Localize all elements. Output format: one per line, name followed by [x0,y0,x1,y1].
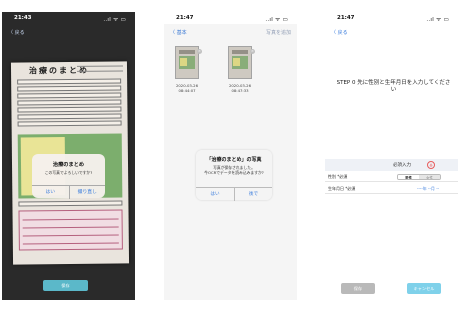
document-pink-row [22,230,119,237]
status-time: 21:43 [14,15,32,21]
document-pink-row [22,214,119,221]
document-row [17,120,122,127]
yes-button[interactable]: はい [196,188,234,201]
document-row [17,99,122,106]
save-button[interactable]: 保存 [43,280,88,291]
document-row [17,92,122,99]
birth-date-picker[interactable]: ----年 --月 -- [417,184,439,194]
dialog-message-line: 今OCRでデータを読み込みますか? [204,170,264,175]
sex-field-row: 性別 *必須 男性 女性 [325,172,458,182]
birth-date-label: 生年月日 *必須 [328,186,356,191]
status-bar: 21:47 ..ıl ᯤ ▭ [325,12,458,24]
phone-screen-profile-input: 21:47 ..ıl ᯤ ▭ 〈 戻る STEP 0 先に性別と生年月日を入力し… [325,12,458,300]
back-button[interactable]: 〈 戻る [8,29,25,36]
status-icons: ..ıl ᯤ ▭ [426,17,449,23]
required-section-header: 必須入力 ※ [325,159,458,171]
status-bar: 21:47 ..ıl ᯤ ▭ [164,12,297,24]
status-time: 21:47 [337,15,355,21]
sex-segmented-control[interactable]: 男性 女性 [397,174,441,180]
document-row [17,106,122,113]
required-mark-icon: ※ [427,161,435,169]
birth-date-row: 生年月日 *必須 ----年 --月 -- [325,184,458,194]
sex-option-male[interactable]: 男性 [398,175,419,179]
ocr-prompt-dialog: 「治療のまとめ」の写真 写真が保存されました。 今OCRでデータを読み込みますか… [196,150,272,201]
status-time: 21:47 [176,15,194,21]
section-label: 必須入力 [393,163,411,168]
status-icons: ..ıl ᯤ ▭ [265,17,288,23]
dialog-buttons: はい 後で [196,187,272,201]
document-row [17,113,122,120]
dialog-buttons: はい 撮り直し [32,185,106,199]
step-instruction: STEP 0 先に性別と生年月日を入力してください [336,80,451,93]
screenshot-collage: 21:43 ..ıl ᯤ ▭ 〈 戻る 治療のまとめ 治療のまとめ この写真でよ… [0,0,463,310]
dialog-title: 「治療のまとめ」の写真 [206,157,262,163]
yes-button[interactable]: はい [32,186,69,199]
dialog-title: 治療のまとめ [52,162,85,168]
save-button[interactable]: 保存 [341,283,375,294]
dialog-message: 写真が保存されました。 今OCRでデータを読み込みますか? [196,165,272,175]
document-row [18,200,123,207]
retake-button[interactable]: 撮り直し [68,186,106,199]
document-row [17,78,122,85]
dialog-message: この写真でよろしいですか? [44,170,93,175]
sex-option-female[interactable]: 女性 [419,175,440,179]
back-button[interactable]: 〈 戻る [331,29,348,36]
document-row [17,85,122,92]
confirm-photo-dialog: 治療のまとめ この写真でよろしいですか? はい 撮り直し [32,154,106,199]
sex-label: 性別 *必須 [328,174,348,179]
status-bar: 21:43 ..ıl ᯤ ▭ [2,12,135,24]
phone-screen-photo-list: 21:47 ..ıl ᯤ ▭ 〈 基本 写真を追加 × 2020-03-26 0… [164,12,297,300]
document-pink-row [22,222,119,229]
document-pink-section [18,209,123,251]
later-button[interactable]: 後で [234,188,272,201]
document-header-lines [76,65,124,72]
nav-bar: 〈 戻る [325,29,458,41]
nav-bar: 〈 戻る [2,29,135,41]
status-icons: ..ıl ᯤ ▭ [103,17,126,23]
phone-screen-camera-preview: 21:43 ..ıl ᯤ ▭ 〈 戻る 治療のまとめ 治療のまとめ この写真でよ… [2,12,135,300]
cancel-button[interactable]: キャンセル [407,283,441,294]
document-pink-row [22,238,119,245]
